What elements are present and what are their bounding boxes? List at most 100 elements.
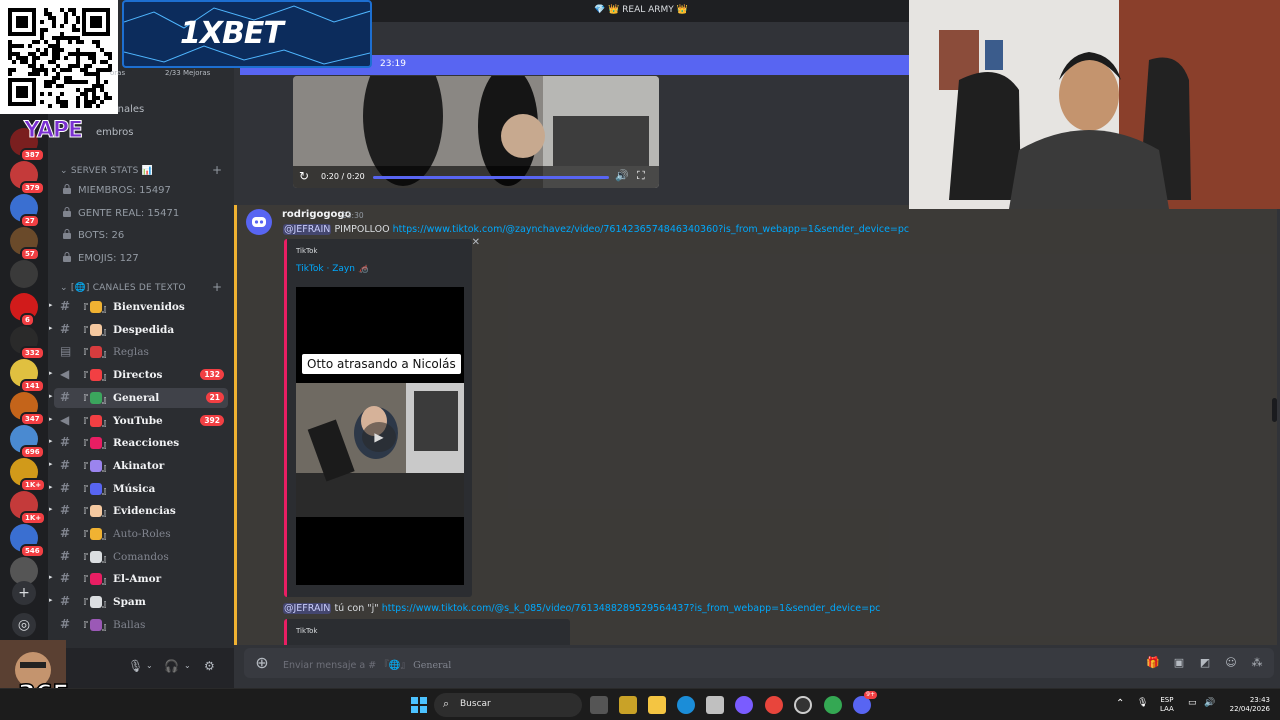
stat-channel[interactable]: EMOJIS: 127 xyxy=(62,252,139,264)
message-composer[interactable]: ⊕ Enviar mensaje a # 『🌐』 General 🎁 ▣ ◩ ☺… xyxy=(244,648,1274,678)
server-icon[interactable]: 379 xyxy=(10,161,45,195)
channel-despedida[interactable]: ▸ # 『 』 Despedida xyxy=(49,320,228,340)
app-icon[interactable] xyxy=(619,696,637,714)
play-icon[interactable]: ▶ xyxy=(362,422,396,452)
volume-icon[interactable]: 🔊 xyxy=(1204,698,1215,708)
hash-icon: # xyxy=(60,571,71,586)
bracket-icon: 』 xyxy=(102,553,112,565)
channel-el-amor[interactable]: ▸ # 『 』 El-Amor xyxy=(49,569,228,589)
settings-gear-icon[interactable]: ⚙ xyxy=(204,659,215,673)
channel-emoji-icon xyxy=(90,482,102,495)
server-icon[interactable]: 1K+ xyxy=(10,458,47,492)
message-link[interactable]: https://www.tiktok.com/@zaynchavez/video… xyxy=(393,224,910,235)
message-link[interactable]: https://www.tiktok.com/@s_k_085/video/76… xyxy=(382,603,881,614)
add-server-icon[interactable]: + xyxy=(12,581,36,605)
server-icon[interactable]: 57 xyxy=(10,227,40,261)
discord-icon[interactable]: 9+ xyxy=(853,691,877,714)
server-icon[interactable]: 546 xyxy=(10,524,45,558)
channel-auto-roles[interactable]: # 『 』 Auto-Roles xyxy=(54,524,228,544)
server-icon[interactable]: 27 xyxy=(10,194,40,228)
clock[interactable]: 23:43 22/04/2026 xyxy=(1224,696,1270,714)
category-server-stats[interactable]: ⌄ SERVER STATS 📊 xyxy=(60,166,153,176)
video-progress[interactable] xyxy=(373,176,609,179)
apps-icon[interactable]: ⁂ xyxy=(1250,656,1264,670)
channel-evidencias[interactable]: ▸ # 『 』 Evidencias xyxy=(49,501,228,521)
server-icon[interactable]: 696 xyxy=(10,425,45,459)
category-text-channels[interactable]: ⌄ [🌐] CANALES DE TEXTO xyxy=(60,283,186,293)
chevron-up-icon[interactable]: ⌃ xyxy=(1116,698,1124,709)
bracket-icon: 『 xyxy=(78,417,88,429)
emoji-icon[interactable]: ☺ xyxy=(1224,656,1238,670)
channel-directos[interactable]: ▸ ◀ 『 』 Directos 132 xyxy=(49,365,228,385)
chevron-down-icon[interactable]: ⌄ xyxy=(184,661,191,670)
avatar[interactable] xyxy=(246,209,272,235)
user-mention[interactable]: @JEFRAIN xyxy=(283,224,332,235)
add-channel-icon[interactable]: + xyxy=(212,280,222,294)
channel-name: Akinator xyxy=(113,459,165,472)
message-content-2: @JEFRAIN tú con "j" https://www.tiktok.c… xyxy=(283,603,880,614)
discover-icon[interactable]: ◎ xyxy=(12,613,36,637)
embed-video[interactable]: Otto atrasando a Nicolás ▶ xyxy=(296,287,464,585)
channel-emoji-icon xyxy=(90,596,102,609)
message-timestamp: 23:30 xyxy=(342,211,364,220)
obs-icon[interactable] xyxy=(794,696,812,714)
stat-channel[interactable]: GENTE REAL: 15471 xyxy=(62,206,179,219)
channel-reglas[interactable]: ▤ 『 』 Reglas xyxy=(54,342,228,362)
mention-bar xyxy=(234,205,237,645)
add-attachment-icon[interactable]: ⊕ xyxy=(252,653,272,673)
server-icon[interactable]: 332 xyxy=(10,326,45,360)
unread-indicator-icon: ▸ xyxy=(49,573,53,582)
stat-channel[interactable]: MIEMBROS: 15497 xyxy=(62,184,171,196)
chrome-profile-icon[interactable] xyxy=(824,696,842,714)
store-icon[interactable] xyxy=(706,696,724,714)
taskbar-search[interactable]: ⌕ Buscar xyxy=(434,693,582,717)
channel-youtube[interactable]: ▸ ◀ 『 』 YouTube 392 xyxy=(49,411,228,431)
embed-author[interactable]: TikTok · Zayn 🦽 xyxy=(296,264,369,274)
user-mention[interactable]: @JEFRAIN xyxy=(283,603,332,614)
input-language[interactable]: ESP LAA xyxy=(1160,696,1174,714)
scrollbar-thumb[interactable] xyxy=(1272,398,1277,422)
channel-m-sica[interactable]: ▸ # 『 』 Música xyxy=(49,479,228,499)
task-view-icon[interactable] xyxy=(590,696,608,714)
fullscreen-icon[interactable]: ⛶ xyxy=(637,169,645,183)
chevron-down-icon[interactable]: ⌄ xyxy=(146,661,153,670)
stat-channel[interactable]: BOTS: 26 xyxy=(62,229,124,241)
server-icon[interactable]: 141 xyxy=(10,359,45,393)
server-icon[interactable] xyxy=(10,260,38,288)
channel-bienvenidos[interactable]: ▸ # 『 』 Bienvenidos xyxy=(49,297,228,317)
network-icon[interactable]: ▭ xyxy=(1188,698,1197,708)
channel-akinator[interactable]: ▸ # 『 』 Akinator xyxy=(49,456,228,476)
replay-icon[interactable]: ↻ xyxy=(299,169,309,183)
server-icon[interactable]: 1K+ xyxy=(10,491,47,525)
file-explorer-icon[interactable] xyxy=(648,696,666,714)
close-icon[interactable]: ✕ xyxy=(472,237,480,248)
sticker-icon[interactable]: ◩ xyxy=(1198,656,1212,670)
server-icon[interactable]: 6 xyxy=(10,293,38,327)
add-channel-icon[interactable]: + xyxy=(212,163,222,177)
lock-icon xyxy=(62,206,72,217)
channel-spam[interactable]: ▸ # 『 』 Spam xyxy=(49,592,228,612)
video-attachment[interactable]: ↻ 0:20 / 0:20 🔊 ⛶ xyxy=(293,76,659,188)
chrome-icon[interactable] xyxy=(765,696,783,714)
channel-ballas[interactable]: # 『 』 Ballas xyxy=(54,615,228,635)
copilot-icon[interactable] xyxy=(735,696,753,714)
server-badge: 387 xyxy=(20,148,45,162)
channel-comandos[interactable]: # 『 』 Comandos xyxy=(54,547,228,567)
message-author[interactable]: rodrigogogo xyxy=(282,209,351,220)
bracket-icon: 』 xyxy=(102,531,112,542)
headphones-icon[interactable]: 🎧 xyxy=(164,659,179,673)
embed-provider: TikTok xyxy=(296,627,318,635)
edge-icon[interactable] xyxy=(677,696,695,714)
channel-reacciones[interactable]: ▸ # 『 』 Reacciones xyxy=(49,433,228,453)
gift-icon[interactable]: 🎁 xyxy=(1146,656,1160,670)
server-icon[interactable]: 347 xyxy=(10,392,45,426)
channel-general[interactable]: ▸ # 『 』 General 21 xyxy=(49,387,228,408)
windows-start-icon[interactable] xyxy=(411,697,427,713)
message-input[interactable]: Enviar mensaje a # 『🌐』 General xyxy=(283,657,451,671)
channel-emoji-icon xyxy=(90,346,102,359)
microphone-icon[interactable]: 🎙 xyxy=(1137,698,1148,708)
gif-icon[interactable]: ▣ xyxy=(1172,656,1186,670)
sponsor-logo: 1XBET xyxy=(122,0,372,68)
microphone-icon[interactable]: 🎙 xyxy=(128,659,143,673)
volume-icon[interactable]: 🔊 xyxy=(615,169,629,182)
